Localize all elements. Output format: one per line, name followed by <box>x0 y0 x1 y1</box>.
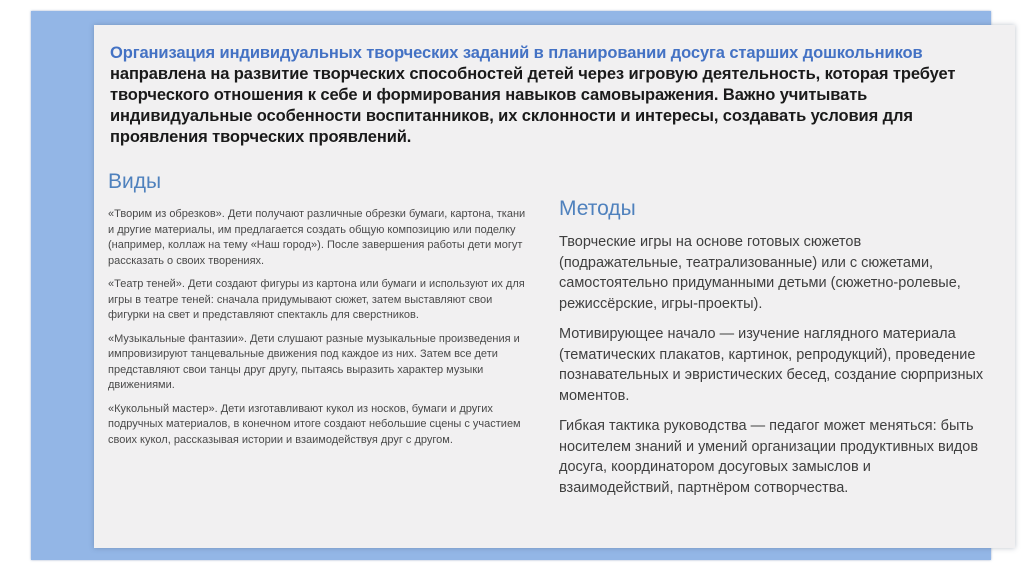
content-panel: Организация индивидуальных творческих за… <box>94 25 1015 548</box>
intro-paragraph: Организация индивидуальных творческих за… <box>110 43 990 148</box>
metody-heading: Методы <box>559 197 636 220</box>
vidy-list: «Творим из обрезков». Дети получают разл… <box>108 207 528 456</box>
metody-list: Творческие игры на основе готовых сюжето… <box>559 232 984 508</box>
metody-item: Творческие игры на основе готовых сюжето… <box>559 234 961 312</box>
vidy-item: «Музыкальные фантазии». Дети слушают раз… <box>108 332 520 392</box>
vidy-item: «Театр теней». Дети создают фигуры из ка… <box>108 278 525 321</box>
metody-item: Мотивирующее начало — изучение наглядног… <box>559 326 984 404</box>
vidy-heading: Виды <box>108 170 162 193</box>
vidy-item: «Творим из обрезков». Дети получают разл… <box>108 208 526 267</box>
metody-item: Гибкая тактика руководства — педагог мож… <box>559 418 979 496</box>
slide-frame: Организация индивидуальных творческих за… <box>31 11 1015 560</box>
vidy-item: «Кукольный мастер». Дети изготавливают к… <box>108 402 521 446</box>
intro-body-text: направлена на развитие творческих способ… <box>110 65 956 146</box>
intro-accent-text: Организация индивидуальных творческих за… <box>110 44 923 62</box>
